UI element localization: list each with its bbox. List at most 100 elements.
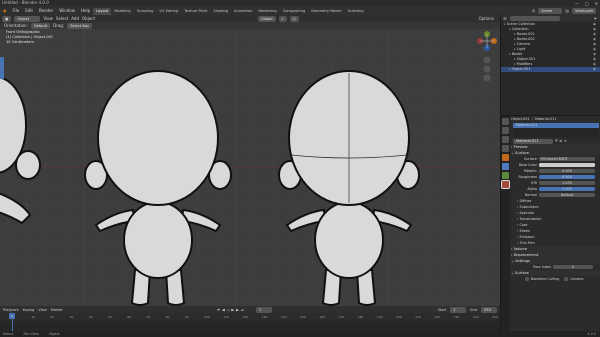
visibility-eye-icon[interactable]: ◉	[593, 67, 596, 72]
shader-field-value[interactable]: Default	[539, 192, 595, 198]
timeline-tick-label: 210	[415, 315, 421, 319]
frame-end-field[interactable]: 250	[481, 306, 497, 313]
material-slot-list[interactable]: Material.011	[513, 123, 599, 137]
breadcrumb-object: Object.001	[511, 117, 530, 121]
material-tab-icon[interactable]	[501, 180, 510, 189]
partial-character-left	[0, 76, 41, 225]
shader-subsection-label: Thin Film	[519, 241, 535, 245]
timeline-tick-label: 40	[88, 315, 93, 319]
jump-start-icon[interactable]: ⏮	[217, 308, 220, 312]
menu-help[interactable]: Help	[78, 6, 93, 15]
shader-field-value[interactable]: 0.000	[539, 168, 595, 174]
outliner-panel[interactable]: ☰ ⏷ ▸ Scene Collection ◉ ▸ Collection ◉ ▸ Be…	[500, 15, 600, 115]
active-tool-indicator[interactable]	[0, 57, 4, 79]
material-slot[interactable]: Material.011	[513, 123, 599, 128]
shader-field-value[interactable]: 0.500	[539, 174, 595, 180]
prev-key-icon[interactable]: ◀	[222, 308, 225, 312]
tab-rendering[interactable]: Rendering	[255, 8, 279, 15]
constraint-tab-icon[interactable]	[502, 172, 509, 179]
tab-shading[interactable]: Shading	[210, 8, 231, 15]
outliner-editor-icon[interactable]: ☰	[503, 16, 507, 21]
properties-panel[interactable]: Object.001 › Material.011 Material.011 M…	[500, 115, 600, 332]
navigation-gizmo[interactable]	[476, 28, 498, 88]
shader-field-value[interactable]: 1.450	[539, 180, 595, 186]
outliner-row-label: Bezier.001	[516, 32, 535, 36]
tool-settings-bar: Orientation: Default Drag: Select Box	[0, 22, 500, 29]
timeline-tick-label: 200	[396, 315, 402, 319]
play-reverse-icon[interactable]: ◁	[227, 308, 230, 312]
keying-menu[interactable]: Keying	[23, 308, 35, 312]
shield-icon[interactable]: ⛨	[555, 138, 558, 144]
tab-animation[interactable]: Animation	[231, 8, 255, 15]
viewlayer-selector[interactable]: ViewLayer	[572, 7, 596, 14]
render-tab-icon[interactable]	[502, 127, 509, 134]
timeline-tick-label: 160	[319, 315, 325, 319]
tab-scripting[interactable]: Scripting	[345, 8, 367, 15]
close-icon[interactable]: ✕	[595, 1, 598, 6]
playback-menu[interactable]: Playback	[3, 308, 19, 312]
object-tab-icon[interactable]	[502, 154, 509, 161]
3d-viewport[interactable]: ▣ Object Mode View Select Add Object Glo…	[0, 15, 500, 306]
menu-window[interactable]: Window	[56, 6, 78, 15]
surface-shader-field[interactable]: Principled BSDF	[539, 156, 595, 162]
minimize-icon[interactable]: —	[575, 1, 579, 6]
blender-logo-icon[interactable]: ◉	[0, 6, 10, 15]
tab-compositing[interactable]: Compositing	[280, 8, 309, 15]
tool-tab-icon[interactable]	[502, 118, 509, 125]
tab-texture-paint[interactable]: Texture Paint	[181, 8, 210, 15]
outliner-search[interactable]	[509, 16, 560, 21]
tab-geometry-nodes[interactable]: Geometry Nodes	[308, 8, 344, 15]
pass-index-field[interactable]: 0	[553, 264, 593, 270]
menu-add[interactable]: Add	[71, 16, 79, 21]
orientation-dropdown[interactable]: Default	[30, 22, 51, 29]
maximize-icon[interactable]: ▢	[585, 1, 589, 6]
duplicate-icon[interactable]: ⧉	[560, 138, 562, 144]
current-frame-field[interactable]: 1	[255, 306, 272, 313]
timeline-tick-label: 50	[108, 315, 112, 319]
menu-select[interactable]: Select	[56, 16, 68, 21]
play-icon[interactable]: ▶	[231, 308, 234, 312]
shader-field-value[interactable]	[539, 162, 595, 168]
menu-render[interactable]: Render	[36, 6, 56, 15]
drag-dropdown[interactable]: Select Box	[67, 22, 93, 29]
editor-type-button[interactable]: ▣	[2, 15, 12, 22]
camera-checkbox[interactable]	[564, 277, 569, 281]
scene-models[interactable]	[0, 15, 500, 306]
backface-checkbox[interactable]	[525, 277, 529, 281]
shader-subsection-label: Subsurface	[519, 205, 539, 209]
unlink-icon[interactable]: ✕	[564, 138, 567, 144]
menu-file[interactable]: File	[10, 6, 23, 15]
modifier-tab-icon[interactable]	[502, 163, 509, 170]
marker-menu[interactable]: Marker	[51, 308, 63, 312]
menu-edit[interactable]: Edit	[22, 6, 36, 15]
output-tab-icon[interactable]	[502, 136, 509, 143]
status-object: Object	[48, 332, 60, 336]
timeline-ruler[interactable]: 0102030405060708090100110120130140150160…	[0, 313, 500, 321]
timeline-tick-label: 100	[204, 315, 210, 319]
scene-selector[interactable]: Scene	[538, 7, 563, 14]
tab-sculpting[interactable]: Sculpting	[134, 8, 157, 15]
frame-start-field[interactable]: 1	[450, 306, 467, 313]
shader-field-value[interactable]: 1.000	[539, 186, 595, 192]
material-name-field[interactable]: Material.011	[513, 138, 553, 144]
tab-layout[interactable]: Layout	[93, 7, 112, 15]
snap-button[interactable]: ⌗	[278, 15, 287, 22]
scene-tab-icon[interactable]	[502, 145, 509, 152]
options-menu[interactable]: Options	[479, 16, 494, 21]
menu-view[interactable]: View	[43, 16, 53, 21]
breadcrumb-separator-icon: ›	[531, 117, 533, 121]
outliner-row[interactable]: ▸ Object.001 ◉	[501, 67, 600, 72]
status-pan: Pan View	[23, 332, 39, 336]
tab-uv-editing[interactable]: UV Editing	[156, 8, 181, 15]
menu-object[interactable]: Object	[82, 16, 95, 21]
filter-icon[interactable]: ⏷	[594, 16, 597, 21]
playback-controls: ⏮ ◀ ◁ ▶ ▶ ⏭	[217, 308, 244, 312]
next-key-icon[interactable]: ▶	[236, 308, 239, 312]
transform-orientation[interactable]: Global	[258, 15, 276, 22]
tab-modeling[interactable]: Modeling	[111, 8, 133, 15]
mode-selector[interactable]: Object Mode	[14, 15, 41, 27]
view-menu[interactable]: View	[38, 308, 46, 312]
jump-end-icon[interactable]: ⏭	[241, 308, 244, 312]
outliner-row-label: Bezier.002	[516, 37, 535, 41]
proportional-edit-button[interactable]: ◎	[289, 15, 299, 22]
